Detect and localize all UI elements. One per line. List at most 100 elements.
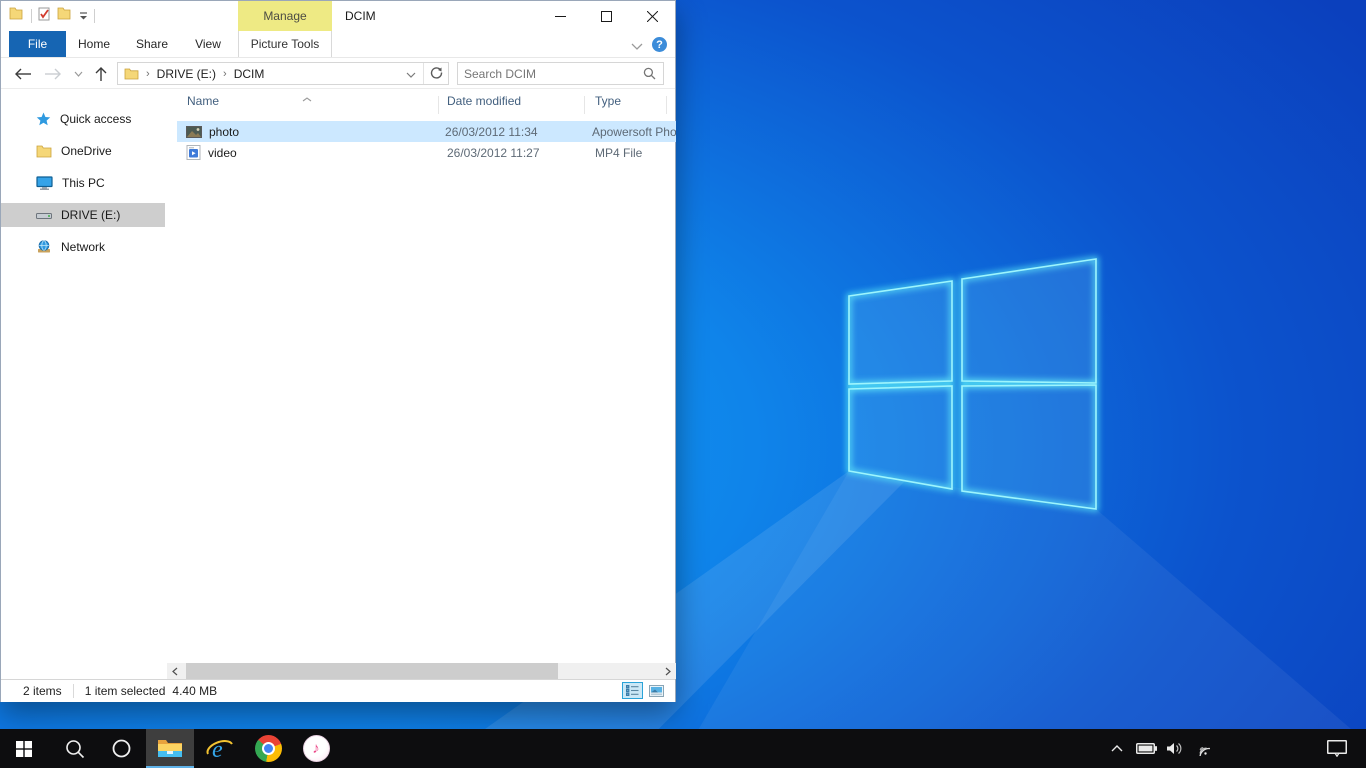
large-icons-view-button[interactable] bbox=[646, 682, 667, 699]
breadcrumb-segment-dcim[interactable]: DCIM bbox=[234, 67, 265, 81]
windows-logo-icon bbox=[16, 741, 32, 757]
qat-separator bbox=[31, 9, 32, 23]
sidebar-item-label: DRIVE (E:) bbox=[61, 208, 120, 222]
video-file-icon bbox=[186, 145, 201, 160]
tab-file[interactable]: File bbox=[9, 31, 66, 57]
column-header-name[interactable]: Name bbox=[187, 94, 219, 108]
back-button[interactable] bbox=[11, 62, 35, 86]
start-button[interactable] bbox=[2, 729, 46, 768]
minimize-button[interactable] bbox=[537, 1, 583, 31]
breadcrumb-segment-drive[interactable]: DRIVE (E:) bbox=[157, 67, 216, 81]
qat-separator bbox=[94, 9, 95, 23]
volume-icon[interactable] bbox=[1162, 729, 1188, 768]
file-explorer-icon bbox=[157, 738, 183, 759]
file-explorer-window: Manage DCIM File Home Share View Picture… bbox=[0, 0, 676, 702]
details-view-button[interactable] bbox=[622, 682, 643, 699]
items-count: 2 items bbox=[23, 684, 62, 698]
column-header-type[interactable]: Type bbox=[595, 94, 621, 108]
quick-access-star-icon bbox=[36, 112, 51, 127]
folder-icon bbox=[124, 68, 139, 80]
onedrive-folder-icon bbox=[36, 145, 52, 158]
maximize-button[interactable] bbox=[583, 1, 629, 31]
search-icon[interactable] bbox=[643, 67, 663, 80]
sidebar-item-onedrive[interactable]: OneDrive bbox=[1, 139, 165, 163]
file-type: MP4 File bbox=[586, 146, 642, 160]
window-title: DCIM bbox=[345, 1, 376, 31]
sidebar-item-this-pc[interactable]: This PC bbox=[1, 171, 165, 195]
windows-logo bbox=[849, 259, 1096, 509]
navigation-pane: Quick access OneDrive This PC DRIVE (E:) bbox=[1, 90, 165, 662]
sidebar-item-label: This PC bbox=[62, 176, 105, 190]
scrollbar-thumb[interactable] bbox=[186, 663, 558, 679]
up-button[interactable] bbox=[89, 62, 113, 86]
hidden-icons-chevron-icon[interactable] bbox=[1104, 729, 1130, 768]
column-separator[interactable] bbox=[584, 96, 585, 114]
refresh-icon[interactable] bbox=[425, 66, 448, 82]
help-icon[interactable]: ? bbox=[652, 37, 667, 52]
sort-ascending-icon bbox=[302, 89, 312, 107]
tab-view[interactable]: View bbox=[182, 31, 234, 57]
search-box[interactable] bbox=[457, 62, 664, 85]
address-dropdown-chevron-icon[interactable] bbox=[400, 67, 422, 81]
horizontal-scrollbar[interactable] bbox=[167, 663, 676, 679]
expand-ribbon-chevron-icon[interactable] bbox=[631, 37, 643, 55]
taskbar-search-button[interactable] bbox=[54, 729, 96, 768]
status-divider bbox=[73, 684, 74, 698]
desktop: Manage DCIM File Home Share View Picture… bbox=[0, 0, 1366, 768]
tab-share[interactable]: Share bbox=[126, 31, 178, 57]
sidebar-item-quick-access[interactable]: Quick access bbox=[1, 107, 165, 131]
sidebar-item-network[interactable]: Network bbox=[1, 235, 165, 259]
scroll-left-arrow-icon[interactable] bbox=[167, 663, 183, 679]
taskbar-chrome-button[interactable] bbox=[246, 729, 290, 768]
this-pc-monitor-icon bbox=[36, 176, 53, 190]
wifi-icon[interactable] bbox=[1188, 729, 1216, 768]
scrollbar-track[interactable] bbox=[183, 663, 660, 679]
scroll-right-arrow-icon[interactable] bbox=[660, 663, 676, 679]
quick-access-toolbar bbox=[9, 1, 95, 31]
ribbon-tab-row: File Home Share View Picture Tools ? bbox=[1, 31, 675, 58]
cortana-circle-icon bbox=[112, 739, 131, 758]
taskbar-itunes-button[interactable]: ♪ bbox=[294, 729, 338, 768]
file-row-video[interactable]: video 26/03/2012 11:27 MP4 File bbox=[177, 142, 676, 163]
close-button[interactable] bbox=[629, 1, 675, 31]
selection-size: 4.40 MB bbox=[172, 684, 217, 698]
cortana-button[interactable] bbox=[100, 729, 142, 768]
crumb-separator: › bbox=[223, 68, 227, 80]
itunes-icon: ♪ bbox=[303, 735, 330, 762]
column-separator[interactable] bbox=[666, 96, 667, 114]
search-input[interactable] bbox=[458, 67, 643, 81]
address-bar-row: › DRIVE (E:) › DCIM bbox=[1, 58, 675, 89]
taskbar-internet-explorer-button[interactable]: e bbox=[198, 729, 242, 768]
file-date: 26/03/2012 11:34 bbox=[436, 125, 583, 139]
tab-home[interactable]: Home bbox=[68, 31, 120, 57]
search-icon bbox=[65, 739, 85, 759]
forward-button[interactable] bbox=[41, 62, 65, 86]
properties-icon[interactable] bbox=[38, 7, 51, 26]
column-header-date-modified[interactable]: Date modified bbox=[447, 94, 521, 108]
taskbar-file-explorer-button[interactable] bbox=[146, 729, 194, 768]
tab-picture-tools[interactable]: Picture Tools bbox=[238, 31, 332, 57]
file-row-photo[interactable]: photo 26/03/2012 11:34 Apowersoft Pho bbox=[177, 121, 676, 142]
customize-qat-chevron-icon[interactable] bbox=[79, 7, 88, 25]
file-date: 26/03/2012 11:27 bbox=[438, 146, 586, 160]
new-folder-icon[interactable] bbox=[57, 7, 73, 25]
breadcrumb-divider bbox=[423, 63, 424, 84]
chrome-icon bbox=[255, 735, 282, 762]
file-list: photo 26/03/2012 11:34 Apowersoft Pho vi… bbox=[177, 121, 676, 163]
contextual-group-manage[interactable]: Manage bbox=[238, 1, 332, 31]
column-separator[interactable] bbox=[438, 96, 439, 114]
battery-icon[interactable] bbox=[1132, 729, 1160, 768]
drive-icon bbox=[36, 211, 52, 220]
action-center-icon[interactable] bbox=[1316, 729, 1358, 768]
file-name: photo bbox=[209, 125, 239, 139]
recent-locations-chevron-icon[interactable] bbox=[69, 62, 87, 86]
breadcrumb[interactable]: › DRIVE (E:) › DCIM bbox=[117, 62, 449, 85]
network-globe-icon bbox=[36, 240, 52, 254]
explorer-folder-icon[interactable] bbox=[9, 7, 25, 25]
sidebar-item-drive-e[interactable]: DRIVE (E:) bbox=[1, 203, 165, 227]
internet-explorer-icon: e bbox=[206, 735, 234, 763]
titlebar: Manage DCIM bbox=[1, 1, 675, 31]
status-bar: 2 items 1 item selected 4.40 MB bbox=[1, 679, 675, 702]
photo-thumbnail-icon bbox=[186, 126, 202, 138]
sidebar-item-label: Quick access bbox=[60, 112, 131, 126]
